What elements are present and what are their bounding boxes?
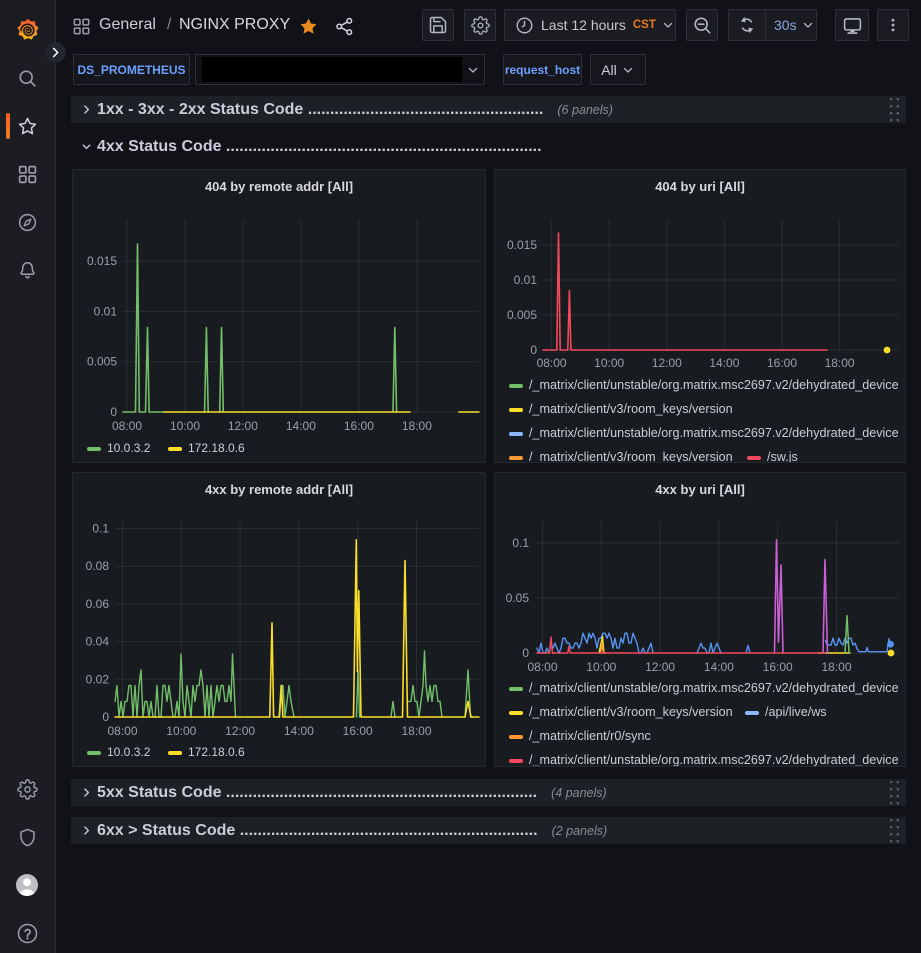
svg-text:0.015: 0.015 [87,254,117,268]
svg-text:0: 0 [102,710,109,724]
svg-text:0.08: 0.08 [86,559,110,573]
svg-text:18:00: 18:00 [821,660,851,674]
svg-text:14:00: 14:00 [709,356,739,370]
svg-text:0.05: 0.05 [506,591,530,605]
svg-text:10:00: 10:00 [166,724,196,738]
svg-text:0.01: 0.01 [94,304,118,318]
svg-text:08:00: 08:00 [527,660,557,674]
svg-text:16:00: 16:00 [767,356,797,370]
svg-text:16:00: 16:00 [344,419,374,433]
svg-text:12:00: 12:00 [225,724,255,738]
svg-text:0.015: 0.015 [507,238,537,252]
svg-text:08:00: 08:00 [107,724,137,738]
svg-text:0.02: 0.02 [86,672,110,686]
svg-text:14:00: 14:00 [286,419,316,433]
svg-text:0.01: 0.01 [514,273,538,287]
svg-text:14:00: 14:00 [284,724,314,738]
svg-text:18:00: 18:00 [401,724,431,738]
svg-text:0.005: 0.005 [87,355,117,369]
svg-text:0: 0 [110,405,117,419]
svg-text:16:00: 16:00 [343,724,373,738]
svg-text:14:00: 14:00 [704,660,734,674]
svg-text:18:00: 18:00 [825,356,855,370]
svg-text:0.1: 0.1 [92,522,109,536]
svg-text:0: 0 [530,343,537,357]
svg-text:10:00: 10:00 [594,356,624,370]
svg-text:0: 0 [522,646,529,660]
svg-text:0.1: 0.1 [512,536,529,550]
svg-text:16:00: 16:00 [763,660,793,674]
svg-text:10:00: 10:00 [586,660,616,674]
svg-text:18:00: 18:00 [402,419,432,433]
svg-text:12:00: 12:00 [645,660,675,674]
svg-text:0.06: 0.06 [86,597,110,611]
svg-text:0.04: 0.04 [86,635,110,649]
svg-text:12:00: 12:00 [652,356,682,370]
svg-text:08:00: 08:00 [112,419,142,433]
svg-text:12:00: 12:00 [228,419,258,433]
svg-text:0.005: 0.005 [507,308,537,322]
svg-text:10:00: 10:00 [170,419,200,433]
svg-text:08:00: 08:00 [537,356,567,370]
